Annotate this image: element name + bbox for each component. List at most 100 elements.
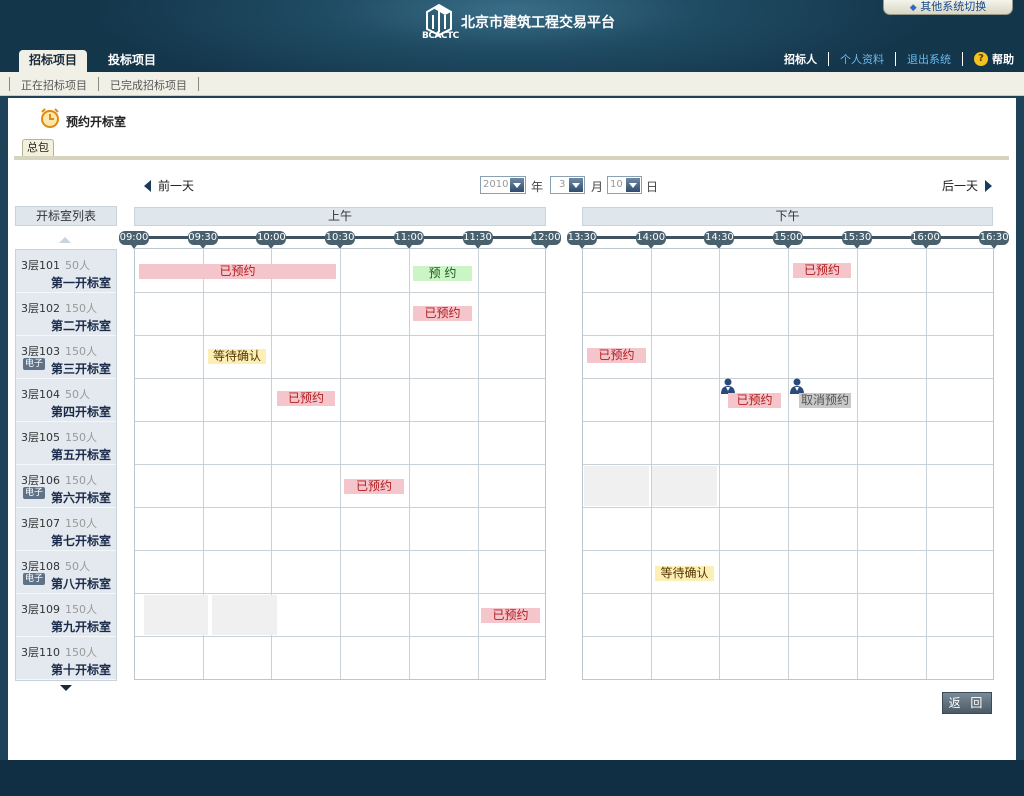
room-code: 3层103 [21, 345, 60, 358]
room-name: 第三开标室 [50, 362, 111, 376]
time-tick: 15:30 [841, 231, 872, 249]
divider [895, 52, 896, 66]
grid-row-line [135, 335, 545, 336]
room-name: 第二开标室 [50, 319, 111, 333]
room-name: 第十开标室 [50, 663, 111, 677]
time-tick: 13:30 [567, 231, 597, 249]
afternoon-grid [582, 248, 994, 680]
cancel-booking-button[interactable]: 取消预约 [799, 393, 851, 408]
room-item[interactable]: 3层104 50人 第四开标室 [16, 379, 116, 422]
booking-booked[interactable]: 已预约 [728, 393, 781, 408]
room-item[interactable]: 3层107 150人 第七开标室 [16, 508, 116, 551]
user-links: 招标人 个人资料 退出系统 ? 帮助 [784, 51, 1014, 67]
time-tick: 15:00 [773, 231, 804, 249]
room-code: 3层106 [21, 474, 60, 487]
unavailable-cell [144, 595, 208, 635]
top-header: BCACTC 北京市建筑工程交易平台 ◆ 其他系统切换 招标项目 投标项目 招标… [0, 0, 1024, 72]
booking-booked[interactable]: 已预约 [139, 264, 336, 279]
grid-row-line [135, 636, 545, 637]
room-code: 3层101 [21, 259, 60, 272]
system-switch-button[interactable]: ◆ 其他系统切换 [883, 0, 1013, 15]
room-item[interactable]: 3层102 150人第二开标室 [16, 293, 116, 336]
time-tick: 09:00 [119, 231, 149, 249]
chevron-down-icon [569, 178, 583, 192]
tab-general-contract[interactable]: 总包 [22, 139, 54, 156]
tab-tender-projects[interactable]: 招标项目 [19, 50, 88, 72]
chevron-down-icon [510, 178, 524, 192]
prev-day-button[interactable]: 前一天 [144, 177, 194, 194]
booking-booked[interactable]: 已预约 [277, 391, 335, 406]
next-day-button[interactable]: 后一天 [942, 177, 993, 194]
time-tick: 16:30 [979, 231, 1010, 249]
booking-booked[interactable]: 已预约 [587, 348, 646, 363]
divider [962, 52, 963, 66]
room-capacity: 150人 [65, 302, 97, 315]
booking-booked[interactable]: 已预约 [344, 479, 404, 494]
user-role: 招标人 [784, 53, 817, 66]
booking-booked[interactable]: 已预约 [413, 306, 472, 321]
room-capacity: 50人 [65, 388, 90, 401]
room-name: 第五开标室 [50, 448, 111, 462]
divider [828, 52, 829, 66]
day-select[interactable]: 10 [607, 176, 642, 194]
booking-booked[interactable]: 已预约 [481, 608, 540, 623]
room-code: 3层104 [21, 388, 60, 401]
year-value: 2010 [483, 179, 509, 190]
scroll-down-icon[interactable] [60, 685, 72, 691]
electronic-badge: 电子 [23, 487, 45, 499]
person-icon [721, 378, 735, 394]
booking-pending[interactable]: 等待确认 [655, 566, 714, 581]
profile-link[interactable]: 个人资料 [840, 51, 884, 67]
booking-reserve[interactable]: 预 约 [413, 266, 472, 281]
room-capacity: 150人 [65, 474, 97, 487]
time-tick: 10:00 [256, 231, 287, 249]
tab-bid-projects[interactable]: 投标项目 [98, 50, 166, 72]
room-capacity: 150人 [65, 345, 97, 358]
month-value: 3 [559, 179, 566, 190]
return-button[interactable]: 返 回 [942, 692, 992, 714]
electronic-badge: 电子 [23, 573, 45, 585]
help-icon[interactable]: ? [974, 52, 988, 66]
time-tick: 12:00 [531, 231, 562, 249]
alarm-clock-icon [41, 108, 59, 128]
room-item[interactable]: 3层110 150人 第十开标室 [16, 637, 116, 680]
booking-pending[interactable]: 等待确认 [208, 349, 266, 364]
room-item[interactable]: 3层103 150人 电子 第三开标室 [16, 336, 116, 379]
arrow-right-icon [985, 179, 993, 192]
prev-day-label: 前一天 [158, 179, 195, 193]
room-item[interactable]: 3层109 150人 第九开标室 [16, 594, 116, 637]
unavailable-cell [584, 466, 649, 506]
booking-booked[interactable]: 已预约 [793, 263, 851, 278]
room-code: 3层105 [21, 431, 60, 444]
room-code: 3层102 [21, 302, 60, 315]
month-select[interactable]: 3 [550, 176, 585, 194]
room-capacity: 150人 [65, 646, 97, 659]
room-name: 第九开标室 [50, 620, 111, 634]
logout-link[interactable]: 退出系统 [907, 51, 951, 67]
room-item[interactable]: 3层106 150人 电子 第六开标室 [16, 465, 116, 508]
grid-row-line [583, 378, 993, 379]
scroll-up-icon[interactable] [59, 237, 71, 243]
grid-row-line [583, 464, 993, 465]
room-item[interactable]: 3层105 150人 第五开标室 [16, 422, 116, 465]
day-unit: 日 [646, 180, 659, 194]
year-select[interactable]: 2010 [480, 176, 526, 194]
room-capacity: 150人 [65, 603, 97, 616]
divider [198, 77, 199, 91]
unavailable-cell [652, 466, 717, 506]
subnav-current-projects[interactable]: 正在招标项目 [21, 77, 87, 93]
help-link[interactable]: 帮助 [992, 51, 1014, 67]
room-item[interactable]: 3层108 50人 电子 第八开标室 [16, 551, 116, 594]
time-tick: 14:30 [704, 231, 735, 249]
room-code: 3层107 [21, 517, 60, 530]
morning-header: 上午 [134, 207, 546, 226]
grid-row-line [135, 550, 545, 551]
arrow-left-icon [144, 179, 151, 192]
time-tick: 14:00 [635, 231, 666, 249]
grid-row-line [583, 507, 993, 508]
room-list-header: 开标室列表 [15, 206, 117, 226]
subnav-completed-projects[interactable]: 已完成招标项目 [110, 77, 187, 93]
room-item[interactable]: 3层101 50人 第一开标室 [16, 250, 116, 293]
time-tick: 11:30 [462, 231, 493, 249]
day-value: 10 [610, 179, 623, 190]
